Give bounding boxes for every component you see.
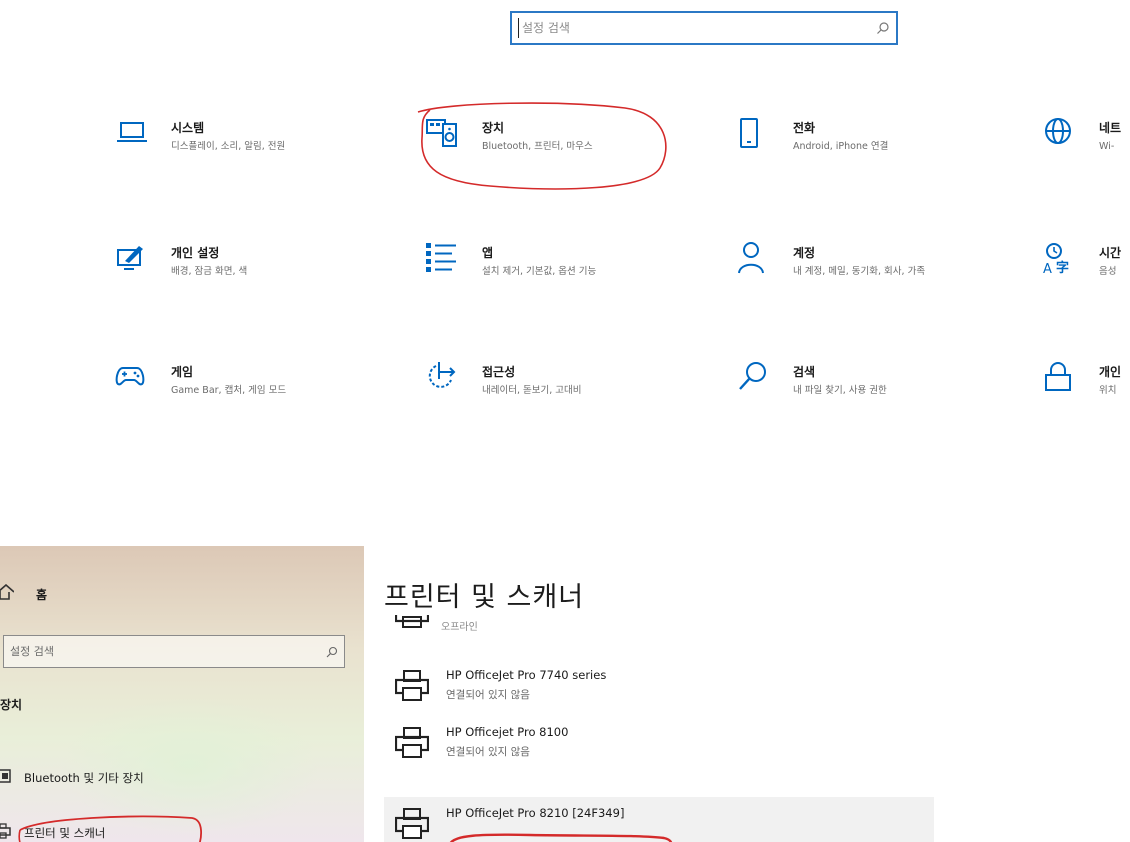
printer-status: 연결되어 있지 않음 — [446, 689, 530, 701]
printer-icon — [394, 669, 430, 703]
tile-title: 검색 — [793, 365, 816, 379]
printer-icon — [394, 726, 430, 760]
printer-name: HP Officejet Pro 8100 — [446, 725, 569, 739]
tile-accounts[interactable]: 계정 내 계정, 메일, 동기화, 회사, 가족 — [737, 241, 997, 301]
sidebar-home[interactable]: 홈 — [0, 583, 48, 604]
bluetooth-devices-icon — [0, 768, 14, 788]
background-glow — [60, 696, 320, 836]
accessibility-icon — [426, 360, 460, 394]
tile-network[interactable]: 네트 Wi- — [1043, 116, 1130, 176]
settings-search-input[interactable] — [519, 13, 870, 43]
printer-name: HP OfficeJet Pro 8210 [24F349] — [446, 806, 625, 820]
tile-title: 계정 — [793, 246, 816, 260]
tile-title: 장치 — [482, 121, 505, 135]
tile-title: 시간 — [1099, 246, 1122, 260]
tile-title: 개인 — [1099, 365, 1122, 379]
tile-description: 내 파일 찾기, 사용 권한 — [793, 385, 887, 396]
sidebar-item-label: Bluetooth 및 기타 장치 — [24, 771, 144, 785]
tile-devices[interactable]: 장치 Bluetooth, 프린터, 마우스 — [426, 116, 686, 176]
tile-gaming[interactable]: 게임 Game Bar, 캡처, 게임 모드 — [115, 360, 375, 420]
tile-system[interactable]: 시스템 디스플레이, 소리, 알림, 전원 — [115, 116, 375, 176]
tile-title: 개인 설정 — [171, 246, 220, 260]
printer-row-partial: 오프라인 — [395, 615, 595, 637]
devices-icon — [426, 116, 460, 150]
globe-icon — [1043, 116, 1077, 150]
tile-description: 배경, 잠금 화면, 색 — [171, 266, 248, 277]
tile-title: 접근성 — [482, 365, 516, 379]
tile-accessibility[interactable]: 접근성 내레이터, 돋보기, 고대비 — [426, 360, 686, 420]
printer-icon — [395, 615, 430, 635]
tile-description: 내레이터, 돋보기, 고대비 — [482, 385, 582, 396]
tile-personalization[interactable]: 개인 설정 배경, 잠금 화면, 색 — [115, 241, 375, 301]
svg-text:A: A — [1043, 262, 1052, 275]
tile-description: 설치 제거, 기본값, 옵션 기능 — [482, 266, 597, 277]
gamepad-icon — [115, 360, 149, 394]
personalization-icon — [115, 241, 149, 275]
person-icon — [737, 241, 771, 275]
settings-search-box[interactable] — [510, 11, 898, 45]
tile-description: 위치 — [1099, 385, 1117, 396]
tile-title: 시스템 — [171, 121, 205, 135]
search-icon — [737, 360, 771, 394]
tile-privacy[interactable]: 개인 위치 — [1043, 360, 1130, 420]
sidebar-item-label: 프린터 및 스캐너 — [24, 826, 106, 840]
tile-title: 앱 — [482, 246, 494, 260]
search-icon — [320, 646, 344, 658]
search-icon — [870, 21, 896, 35]
tile-description: 음성 — [1099, 266, 1117, 277]
sidebar-search-box[interactable] — [3, 635, 345, 668]
tile-time-language[interactable]: A字 시간 음성 — [1043, 241, 1130, 301]
sidebar-section-title: 장치 — [0, 698, 23, 712]
tile-phone[interactable]: 전화 Android, iPhone 연결 — [737, 116, 997, 176]
tile-description: 디스플레이, 소리, 알림, 전원 — [171, 141, 286, 152]
tile-title: 네트 — [1099, 121, 1122, 135]
printer-row-selected[interactable]: HP OfficeJet Pro 8210 [24F349] — [384, 797, 934, 842]
page-title: 프린터 및 스캐너 — [384, 582, 585, 613]
apps-list-icon — [426, 241, 460, 275]
tile-description: Game Bar, 캡처, 게임 모드 — [171, 385, 287, 396]
tile-title: 게임 — [171, 365, 194, 379]
printer-icon — [394, 807, 430, 841]
printer-row[interactable]: HP OfficeJet Pro 7740 series 연결되어 있지 않음 — [384, 659, 934, 715]
sidebar-home-label: 홈 — [36, 587, 48, 602]
tile-search[interactable]: 검색 내 파일 찾기, 사용 권한 — [737, 360, 997, 420]
printer-status: 연결되어 있지 않음 — [446, 746, 530, 758]
sidebar-item-bluetooth[interactable]: Bluetooth 및 기타 장치 — [0, 768, 144, 788]
tile-description: 내 계정, 메일, 동기화, 회사, 가족 — [793, 266, 926, 277]
home-icon — [0, 583, 15, 604]
tile-description: Android, iPhone 연결 — [793, 141, 889, 152]
printer-row[interactable]: HP Officejet Pro 8100 연결되어 있지 않음 — [384, 716, 934, 772]
laptop-icon — [115, 116, 149, 150]
sidebar-search-input[interactable] — [4, 636, 320, 667]
sidebar-item-printers[interactable]: 프린터 및 스캐너 — [0, 823, 105, 842]
lock-icon — [1043, 360, 1077, 394]
time-language-icon: A字 — [1043, 241, 1077, 277]
tile-title: 전화 — [793, 121, 816, 135]
tile-description: Wi- — [1099, 141, 1115, 152]
tile-description: Bluetooth, 프린터, 마우스 — [482, 141, 593, 152]
printer-name: HP OfficeJet Pro 7740 series — [446, 668, 607, 682]
printer-icon — [0, 823, 14, 842]
svg-text:字: 字 — [1056, 260, 1069, 275]
tile-apps[interactable]: 앱 설치 제거, 기본값, 옵션 기능 — [426, 241, 686, 301]
printer-status-partial: 오프라인 — [441, 622, 478, 633]
phone-icon — [737, 116, 771, 150]
settings-sidebar: 홈 장치 Bluetooth 및 기타 장치 프린터 및 스캐너 — [0, 546, 364, 842]
